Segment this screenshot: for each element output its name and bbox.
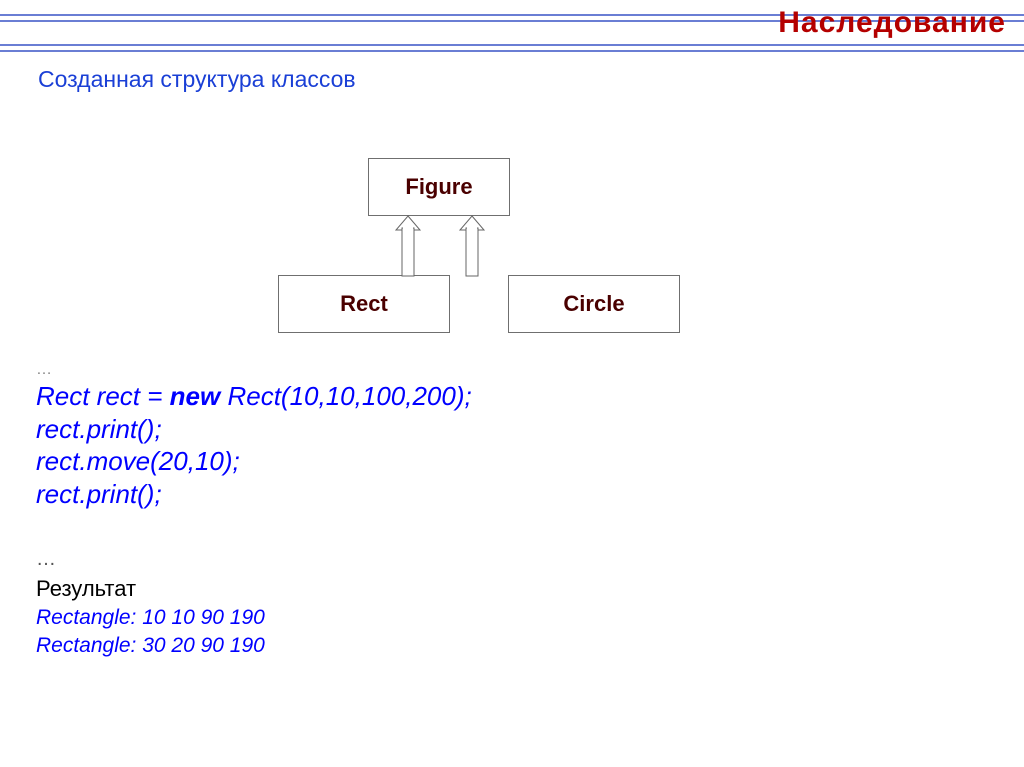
code-line-4: rect.print(); bbox=[36, 478, 472, 511]
slide: Наследование Созданная структура классов… bbox=[0, 0, 1024, 767]
inheritance-arrow-right bbox=[458, 214, 486, 278]
code-kw-new: new bbox=[170, 381, 221, 411]
result-label: Результат bbox=[36, 576, 136, 602]
result-line-1: Rectangle: 10 10 90 190 bbox=[36, 604, 265, 632]
result-block: Rectangle: 10 10 90 190 Rectangle: 30 20… bbox=[36, 604, 265, 661]
code-ellipsis-bottom: … bbox=[36, 548, 56, 571]
inheritance-arrow-left bbox=[394, 214, 422, 278]
class-diagram: Figure Rect Circle bbox=[38, 140, 758, 360]
code-line-3: rect.move(20,10); bbox=[36, 445, 472, 478]
class-label-figure: Figure bbox=[405, 174, 472, 200]
class-box-figure: Figure bbox=[368, 158, 510, 216]
rule-under-title bbox=[0, 44, 1024, 52]
code-line-1-pre: Rect rect = bbox=[36, 381, 170, 411]
result-line-2: Rectangle: 30 20 90 190 bbox=[36, 632, 265, 660]
code-block: … Rect rect = new Rect(10,10,100,200); r… bbox=[36, 360, 472, 510]
class-label-circle: Circle bbox=[563, 291, 624, 317]
class-label-rect: Rect bbox=[340, 291, 388, 317]
class-box-rect: Rect bbox=[278, 275, 450, 333]
code-ellipsis-top: … bbox=[36, 360, 472, 380]
code-line-1-post: Rect(10,10,100,200); bbox=[220, 381, 472, 411]
code-line-1: Rect rect = new Rect(10,10,100,200); bbox=[36, 380, 472, 413]
slide-title: Наследование bbox=[778, 6, 1006, 40]
class-box-circle: Circle bbox=[508, 275, 680, 333]
code-line-2: rect.print(); bbox=[36, 413, 472, 446]
subtitle: Созданная структура классов bbox=[38, 66, 356, 93]
